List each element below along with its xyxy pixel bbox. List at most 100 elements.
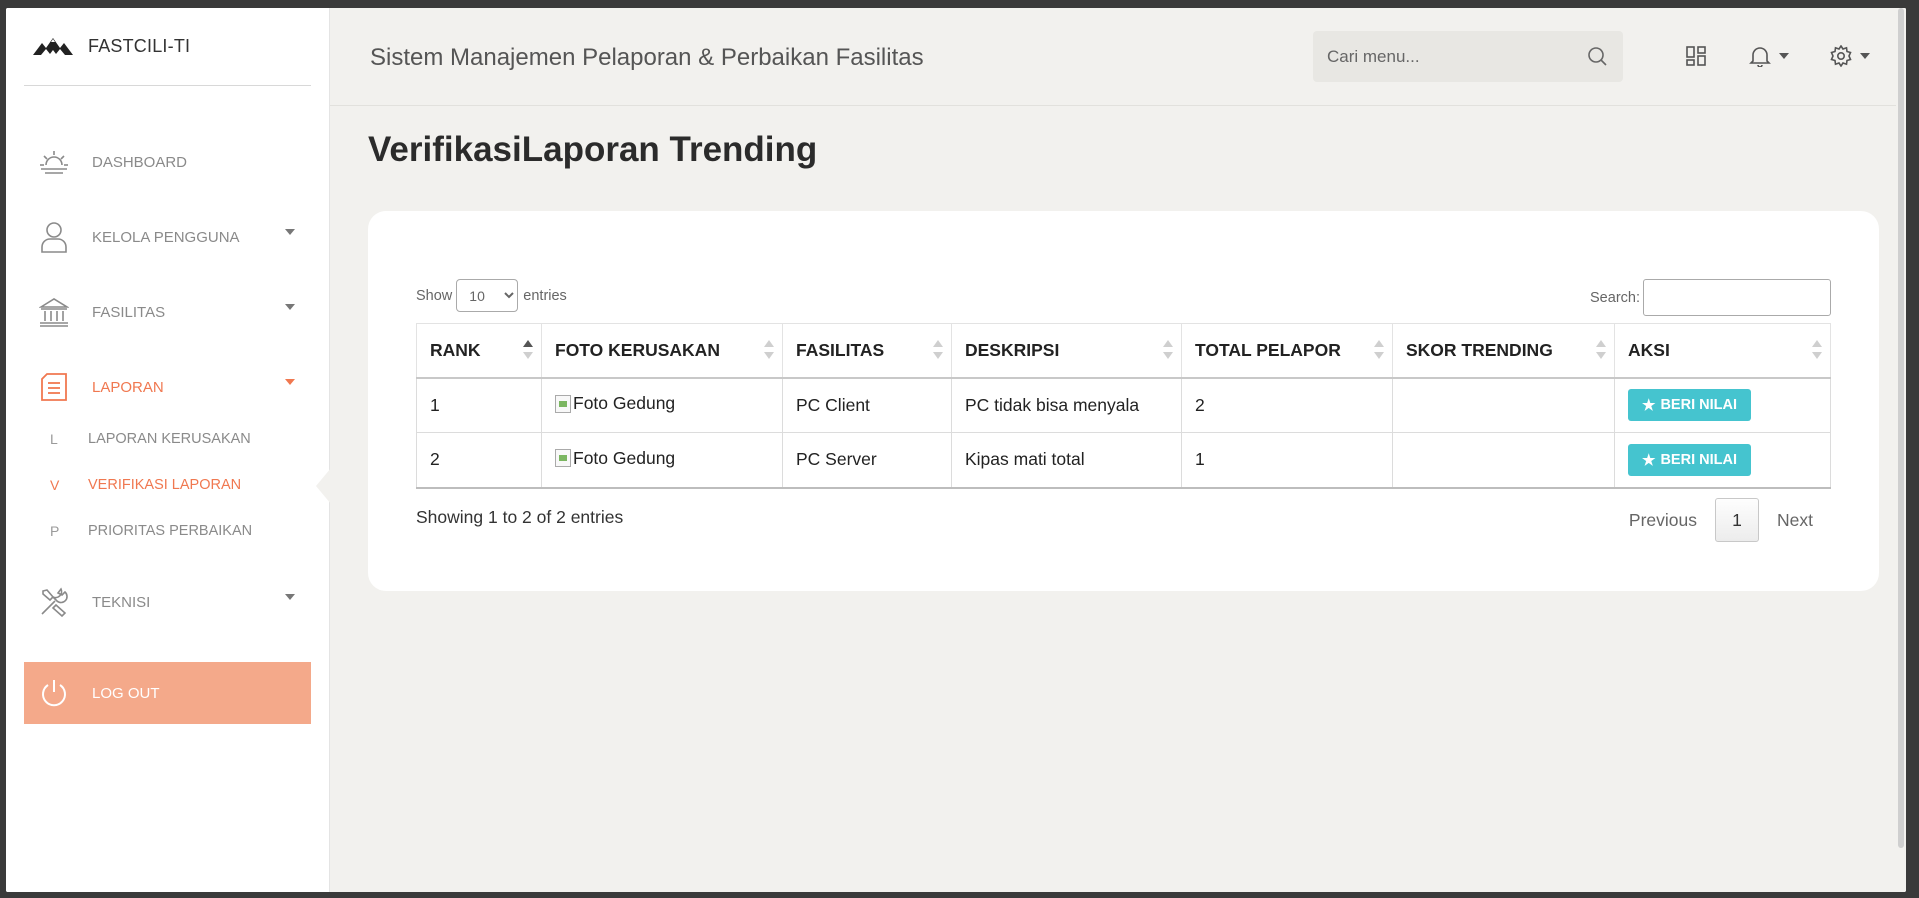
sidebar-subitem-verifikasi-laporan[interactable]: V VERIFIKASI LAPORAN <box>50 470 241 500</box>
sort-icon <box>1596 340 1606 362</box>
document-icon <box>38 371 70 403</box>
brand-name: FASTCILI-TI <box>88 36 191 56</box>
dashboard-grid-icon[interactable] <box>1686 46 1706 66</box>
chevron-down-icon <box>285 229 295 235</box>
entries-length-control: Show 10 entries <box>416 279 567 312</box>
column-header-skor-trending[interactable]: SKOR TRENDING <box>1392 323 1615 379</box>
broken-image: Foto Gedung <box>555 448 675 469</box>
cell-deskripsi: Kipas mati total <box>951 432 1182 489</box>
cell-foto: Foto Gedung <box>541 377 783 433</box>
sidebar-item-laporan[interactable]: LAPORAN <box>24 362 311 412</box>
column-header-label: AKSI <box>1628 339 1670 360</box>
cell-skor-trending <box>1392 432 1615 489</box>
active-pointer <box>316 468 331 504</box>
power-icon <box>38 677 70 709</box>
column-header-label: FASILITAS <box>796 339 885 360</box>
sidebar-subitem-prioritas-perbaikan[interactable]: P PRIORITAS PERBAIKAN <box>50 516 252 546</box>
sidebar: FASTCILI-TI DASHBOARD KELOLA PENGGUNA FA… <box>6 8 330 892</box>
table-header-row: RANK FOTO KERUSAKAN FASILITAS DESKRIPSI … <box>416 323 1831 379</box>
cell-rank: 1 <box>416 377 542 433</box>
sidebar-subitem-letter: P <box>50 523 60 539</box>
broken-image-icon <box>555 449 571 467</box>
sort-icon <box>764 340 774 362</box>
scrollbar-thumb[interactable] <box>1898 8 1904 848</box>
column-header-label: SKOR TRENDING <box>1406 339 1553 360</box>
previous-page-button[interactable]: Previous <box>1611 510 1715 531</box>
cell-rank: 2 <box>416 432 542 489</box>
menu-search <box>1313 31 1623 82</box>
topbar: Sistem Manajemen Pelaporan & Perbaikan F… <box>330 8 1906 106</box>
button-label: BERI NILAI <box>1660 451 1737 468</box>
table-info: Showing 1 to 2 of 2 entries <box>416 507 624 527</box>
image-alt-text: Foto Gedung <box>573 393 676 413</box>
sort-icon <box>1812 340 1822 362</box>
column-header-rank[interactable]: RANK <box>416 323 542 379</box>
search-label: Search: <box>1590 289 1640 306</box>
table-row: 1 Foto Gedung PC Client PC tidak bisa me… <box>416 377 1831 433</box>
sidebar-item-label: DASHBOARD <box>92 153 188 171</box>
entries-select[interactable]: 10 <box>456 279 519 312</box>
sort-icon <box>1374 340 1384 362</box>
sidebar-subitem-letter: V <box>50 477 60 493</box>
star-icon: ★ <box>1642 451 1656 469</box>
brand[interactable]: FASTCILI-TI <box>24 8 311 86</box>
sunrise-icon <box>38 146 70 178</box>
sidebar-item-teknisi[interactable]: TEKNISI <box>24 577 311 627</box>
beri-nilai-button[interactable]: ★ BERI NILAI <box>1628 389 1751 422</box>
sidebar-item-label: KELOLA PENGGUNA <box>92 228 240 246</box>
table-search-input[interactable] <box>1643 279 1831 316</box>
chevron-down-icon[interactable] <box>1779 53 1789 59</box>
star-icon: ★ <box>1642 397 1656 415</box>
column-header-total-pelapor[interactable]: TOTAL PELAPOR <box>1181 323 1393 379</box>
table-card: Show 10 entries Search: RANK FOTO KERUSA… <box>368 211 1879 591</box>
entries-label: entries <box>523 287 567 304</box>
cell-total-pelapor: 2 <box>1181 377 1393 433</box>
page-button-current[interactable]: 1 <box>1715 498 1760 542</box>
mountain-logo-icon <box>33 37 73 55</box>
chevron-down-icon <box>285 304 295 310</box>
table-search: Search: <box>1590 279 1831 316</box>
column-header-label: TOTAL PELAPOR <box>1195 339 1341 360</box>
logout-button[interactable]: LOG OUT <box>24 662 311 724</box>
cell-fasilitas: PC Client <box>782 377 952 433</box>
next-page-button[interactable]: Next <box>1759 510 1831 531</box>
table-row: 2 Foto Gedung PC Server Kipas mati total… <box>416 432 1831 489</box>
logout-label: LOG OUT <box>92 684 160 702</box>
vertical-scrollbar[interactable] <box>1896 8 1906 892</box>
beri-nilai-button[interactable]: ★ BERI NILAI <box>1628 443 1751 476</box>
sidebar-item-fasilitas[interactable]: FASILITAS <box>24 287 311 337</box>
cell-skor-trending <box>1392 377 1615 433</box>
sidebar-subitem-label: PRIORITAS PERBAIKAN <box>88 523 253 539</box>
menu-search-input[interactable] <box>1327 46 1567 67</box>
cell-fasilitas: PC Server <box>782 432 952 489</box>
button-label: BERI NILAI <box>1660 397 1737 414</box>
sidebar-item-kelola-pengguna[interactable]: KELOLA PENGGUNA <box>24 212 311 262</box>
app-title: Sistem Manajemen Pelaporan & Perbaikan F… <box>370 44 924 71</box>
cell-total-pelapor: 1 <box>1181 432 1393 489</box>
column-header-aksi[interactable]: AKSI <box>1614 323 1831 379</box>
chevron-down-icon[interactable] <box>1860 53 1870 59</box>
column-header-foto[interactable]: FOTO KERUSAKAN <box>541 323 783 379</box>
cell-aksi: ★ BERI NILAI <box>1614 377 1831 433</box>
cell-aksi: ★ BERI NILAI <box>1614 432 1831 489</box>
sort-icon <box>523 340 533 362</box>
user-icon <box>38 221 70 253</box>
pagination: Previous 1 Next <box>1611 498 1831 542</box>
app-window: FASTCILI-TI DASHBOARD KELOLA PENGGUNA FA… <box>6 8 1906 892</box>
sort-icon <box>1163 340 1173 362</box>
show-label: Show <box>416 287 453 304</box>
search-icon[interactable] <box>1587 46 1607 66</box>
sidebar-subitem-letter: L <box>50 431 58 447</box>
building-icon <box>38 296 70 328</box>
bell-icon[interactable] <box>1749 45 1771 67</box>
sidebar-item-label: FASILITAS <box>92 303 166 321</box>
sidebar-item-dashboard[interactable]: DASHBOARD <box>24 137 311 187</box>
column-header-label: RANK <box>430 339 481 360</box>
column-header-fasilitas[interactable]: FASILITAS <box>782 323 952 379</box>
gear-icon[interactable] <box>1830 45 1852 67</box>
chevron-down-icon <box>285 379 295 385</box>
column-header-deskripsi[interactable]: DESKRIPSI <box>951 323 1182 379</box>
sidebar-subitem-label: LAPORAN KERUSAKAN <box>88 431 251 447</box>
tools-icon <box>38 586 70 618</box>
sidebar-subitem-laporan-kerusakan[interactable]: L LAPORAN KERUSAKAN <box>50 424 251 454</box>
